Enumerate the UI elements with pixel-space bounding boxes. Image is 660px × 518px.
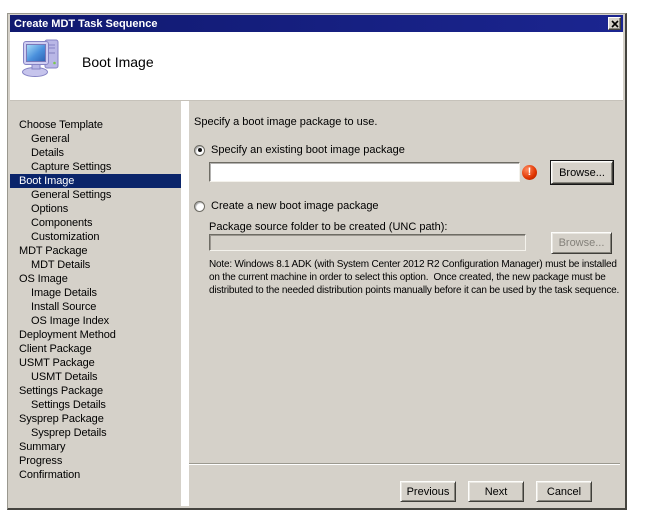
sidebar-item-deployment-method: Deployment Method: [10, 328, 181, 342]
sidebar-item-client-package: Client Package: [10, 342, 181, 356]
sidebar-item-settings-package: Settings Package: [10, 384, 181, 398]
computer-icon: [21, 37, 63, 79]
sidebar-item-capture-settings: Capture Settings: [10, 160, 181, 174]
sidebar-item-sysprep-package: Sysprep Package: [10, 412, 181, 426]
sidebar-item-usmt-details: USMT Details: [10, 370, 181, 384]
package-source-label: Package source folder to be created (UNC…: [209, 221, 447, 233]
radio-row-existing: Specify an existing boot image package: [194, 144, 405, 156]
error-icon: !: [522, 165, 537, 180]
dialog-body: Choose TemplateGeneralDetailsCapture Set…: [10, 101, 623, 506]
sidebar-item-os-image-index: OS Image Index: [10, 314, 181, 328]
content-pane: Specify a boot image package to use. Spe…: [189, 101, 623, 506]
sidebar-item-components: Components: [10, 216, 181, 230]
existing-package-radio[interactable]: [194, 145, 205, 156]
sidebar-content-divider: [181, 101, 189, 506]
browse-create-button: Browse...: [551, 232, 612, 254]
next-button[interactable]: Next: [468, 481, 524, 502]
sidebar-item-general: General: [10, 132, 181, 146]
sidebar-item-confirmation: Confirmation: [10, 468, 181, 482]
sidebar-item-usmt-package: USMT Package: [10, 356, 181, 370]
create-package-radio-label: Create a new boot image package: [211, 200, 379, 212]
sidebar-item-customization: Customization: [10, 230, 181, 244]
sidebar-item-general-settings: General Settings: [10, 188, 181, 202]
sidebar-item-mdt-package: MDT Package: [10, 244, 181, 258]
wizard-header: Boot Image: [10, 32, 623, 101]
intro-text: Specify a boot image package to use.: [194, 116, 377, 128]
package-source-field-wrap: [209, 234, 526, 251]
note-text: Note: Windows 8.1 ADK (with System Cente…: [209, 258, 630, 297]
existing-package-field-wrap: [209, 162, 520, 182]
footer-divider: [189, 463, 620, 465]
existing-package-radio-label: Specify an existing boot image package: [211, 144, 405, 156]
create-mdt-task-sequence-dialog: Create MDT Task Sequence: [7, 13, 627, 510]
sidebar-item-boot-image: Boot Image: [10, 174, 181, 188]
previous-button[interactable]: Previous: [400, 481, 456, 502]
create-package-radio[interactable]: [194, 201, 205, 212]
radio-row-create: Create a new boot image package: [194, 200, 379, 212]
sidebar-item-options: Options: [10, 202, 181, 216]
sidebar-item-image-details: Image Details: [10, 286, 181, 300]
sidebar-item-sysprep-details: Sysprep Details: [10, 426, 181, 440]
window-title: Create MDT Task Sequence: [14, 18, 157, 30]
close-button[interactable]: [608, 17, 621, 30]
sidebar-item-progress: Progress: [10, 454, 181, 468]
sidebar-item-summary: Summary: [10, 440, 181, 454]
package-source-input: [210, 235, 525, 250]
sidebar-item-mdt-details: MDT Details: [10, 258, 181, 272]
titlebar: Create MDT Task Sequence: [10, 15, 623, 32]
sidebar-item-details: Details: [10, 146, 181, 160]
sidebar-item-choose-template: Choose Template: [10, 118, 181, 132]
cancel-button[interactable]: Cancel: [536, 481, 592, 502]
page-title: Boot Image: [82, 54, 154, 70]
sidebar-nav: Choose TemplateGeneralDetailsCapture Set…: [10, 101, 181, 506]
sidebar-item-install-source: Install Source: [10, 300, 181, 314]
browse-existing-button[interactable]: Browse...: [551, 161, 613, 184]
close-icon: [611, 20, 619, 28]
existing-package-input[interactable]: [210, 163, 519, 181]
sidebar-item-settings-details: Settings Details: [10, 398, 181, 412]
sidebar-item-os-image: OS Image: [10, 272, 181, 286]
